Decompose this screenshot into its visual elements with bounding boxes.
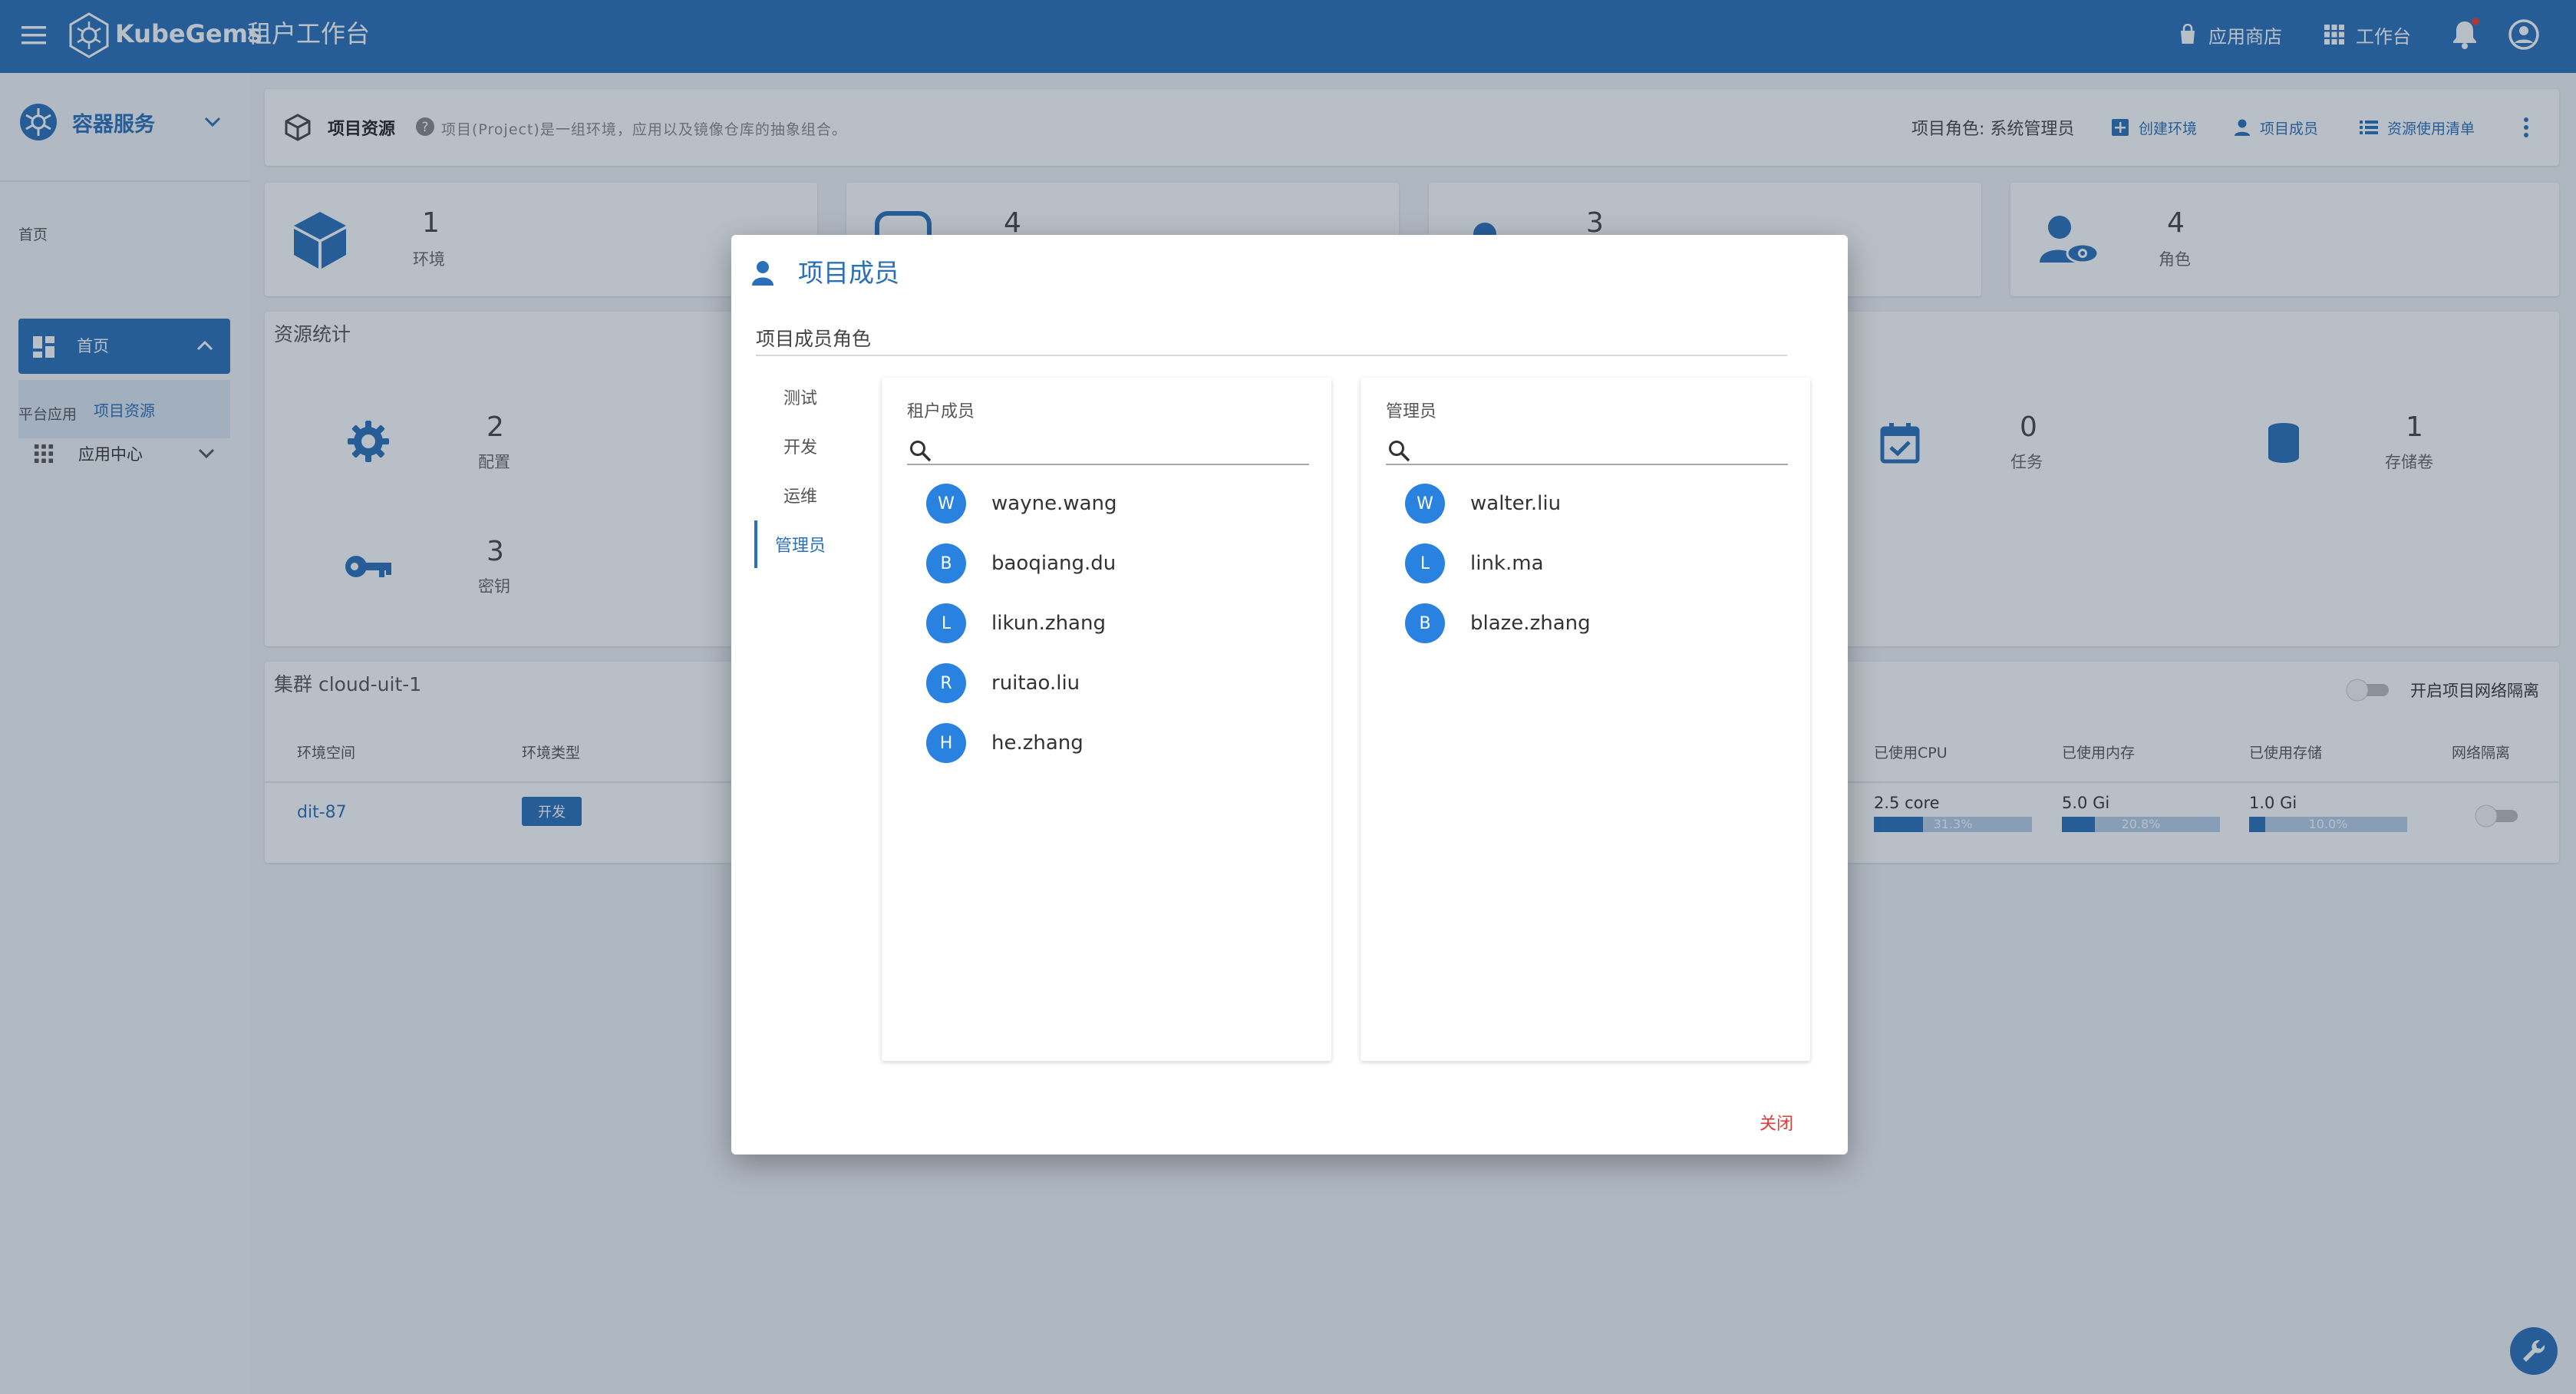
panel-title: 管理员 <box>1386 402 1437 421</box>
member-name: he.zhang <box>991 732 1084 755</box>
member-name: baoqiang.du <box>991 552 1116 575</box>
role-tab-test[interactable]: 测试 <box>754 373 846 421</box>
search-icon <box>909 439 932 462</box>
list-item[interactable]: Wwalter.liu <box>1405 482 1561 525</box>
admin-search-input[interactable] <box>1386 434 1788 465</box>
section-divider <box>756 355 1787 356</box>
admin-members-panel: 管理员 Wwalter.liu Llink.ma Bblaze.zhang <box>1361 378 1810 1061</box>
avatar: R <box>926 663 966 703</box>
tenant-search-input[interactable] <box>907 434 1309 465</box>
member-name: link.ma <box>1470 552 1544 575</box>
list-item[interactable]: Rruitao.liu <box>926 662 1080 705</box>
person-icon <box>751 259 774 287</box>
active-role-indicator <box>754 520 757 568</box>
close-button[interactable]: 关闭 <box>1760 1110 1793 1135</box>
role-tab-ops[interactable]: 运维 <box>754 471 846 519</box>
role-tab-admin[interactable]: 管理员 <box>754 520 846 568</box>
list-item[interactable]: Hhe.zhang <box>926 722 1084 765</box>
member-name: likun.zhang <box>991 612 1106 635</box>
list-item[interactable]: Llink.ma <box>1405 542 1544 585</box>
list-item[interactable]: Llikun.zhang <box>926 602 1106 645</box>
panel-title: 租户成员 <box>907 402 975 421</box>
list-item[interactable]: Wwayne.wang <box>926 482 1117 525</box>
avatar: B <box>1405 603 1445 643</box>
avatar: W <box>926 484 966 524</box>
avatar: W <box>1405 484 1445 524</box>
member-name: ruitao.liu <box>991 672 1080 695</box>
list-item[interactable]: Bbaoqiang.du <box>926 542 1116 585</box>
avatar: H <box>926 723 966 763</box>
avatar: B <box>926 543 966 583</box>
tenant-members-panel: 租户成员 Wwayne.wang Bbaoqiang.du Llikun.zha… <box>882 378 1331 1061</box>
role-tab-dev[interactable]: 开发 <box>754 422 846 470</box>
member-name: blaze.zhang <box>1470 612 1591 635</box>
project-members-dialog: 项目成员 项目成员角色 测试 开发 运维 管理员 租户成员 Wwayne.wan… <box>731 235 1848 1155</box>
dialog-title: 项目成员 <box>798 258 899 288</box>
list-item[interactable]: Bblaze.zhang <box>1405 602 1591 645</box>
section-label: 项目成员角色 <box>756 328 872 350</box>
search-icon <box>1387 439 1410 462</box>
avatar: L <box>926 603 966 643</box>
member-name: walter.liu <box>1470 492 1562 515</box>
avatar: L <box>1405 543 1445 583</box>
member-name: wayne.wang <box>991 492 1117 515</box>
